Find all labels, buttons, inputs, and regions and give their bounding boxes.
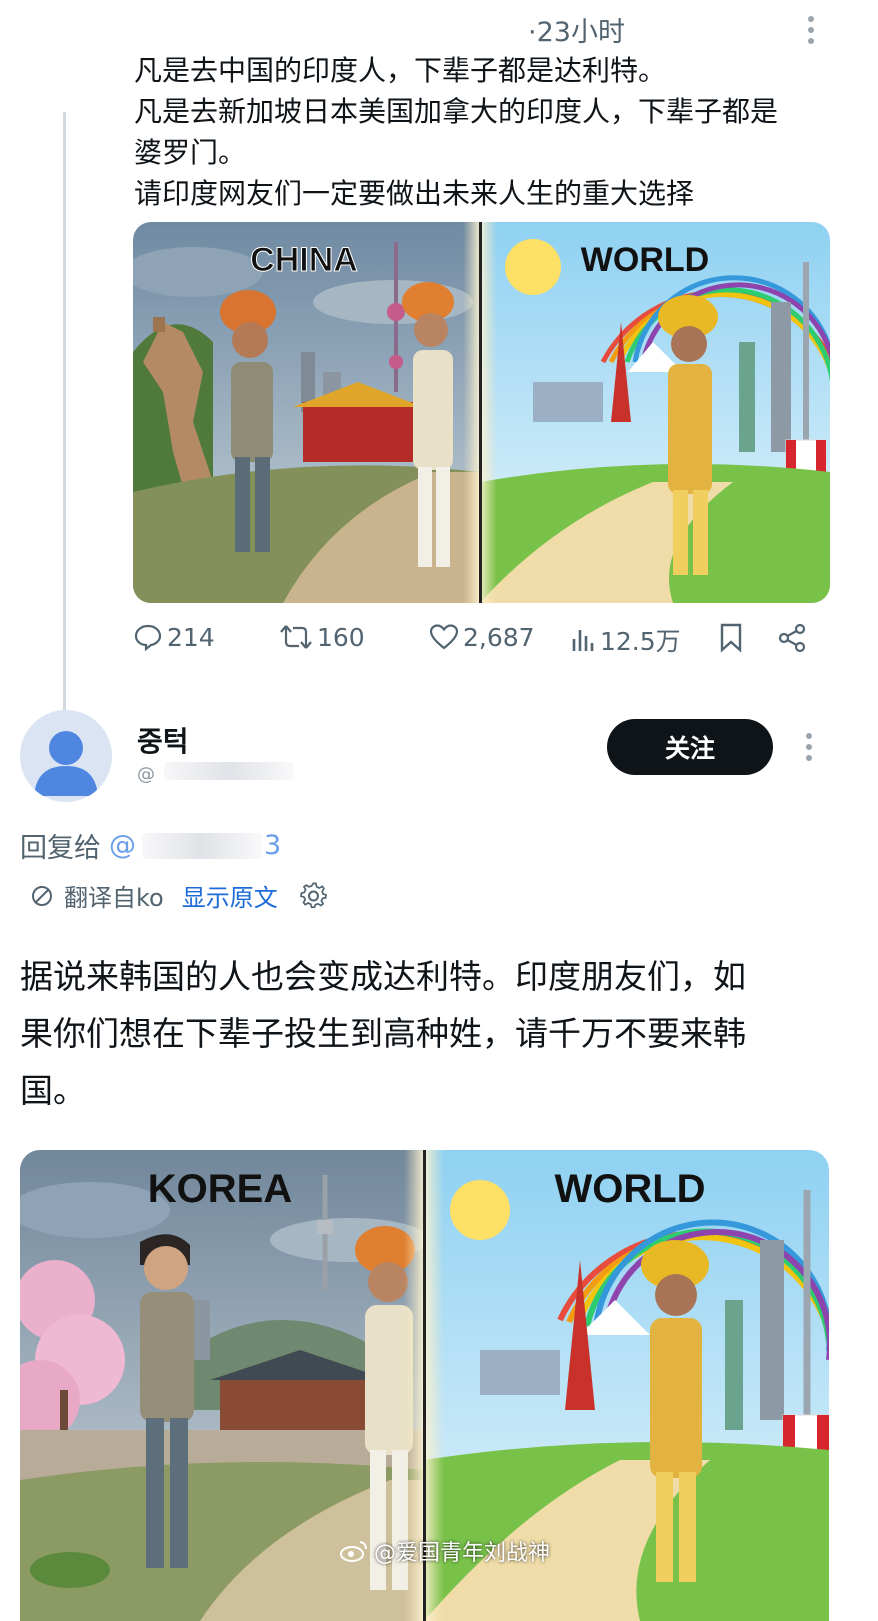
author-handle: @ <box>137 764 155 785</box>
share-icon <box>778 623 806 653</box>
follow-button[interactable]: 关注 <box>607 719 773 775</box>
repost-icon <box>280 625 312 649</box>
post-text: 凡是去中国的印度人，下辈子都是达利特。 凡是去新加坡日本美国加拿大的印度人，下辈… <box>134 50 834 214</box>
views-icon <box>572 630 594 651</box>
author-name[interactable]: 중턱 <box>137 720 189 760</box>
show-original-link[interactable]: 显示原文 <box>182 878 278 913</box>
reply-to-label: 回复给 <box>20 833 101 864</box>
repost-count: 160 <box>317 622 365 652</box>
blurred-handle <box>142 832 262 859</box>
bookmark-action[interactable] <box>717 622 745 654</box>
more-options-icon[interactable] <box>808 16 814 44</box>
post-line: 婆罗门。 <box>134 136 247 169</box>
weibo-logo-icon <box>340 1541 367 1562</box>
default-avatar-icon <box>20 710 112 802</box>
post-line: 请印度网友们一定要做出未来人生的重大选择 <box>134 177 695 210</box>
reply-line: 国。 <box>20 1071 86 1110</box>
translate-icon <box>32 885 52 906</box>
post-line: 凡是去中国的印度人，下辈子都是达利特。 <box>134 54 667 87</box>
author-handle-blurred: @ <box>137 762 307 785</box>
heart-icon <box>429 624 459 650</box>
settings-gear-icon[interactable] <box>298 880 330 912</box>
watermark: @爱国青年刘战神 <box>340 1535 550 1567</box>
image-label-left: KOREA <box>148 1167 292 1211</box>
like-count: 2,687 <box>463 622 535 652</box>
post-action-bar: 214 160 2,687 12.5万 <box>133 622 823 668</box>
reply-text: 据说来韩国的人也会变成达利特。印度朋友们，如 果你们想在下辈子投生到高种姓，请千… <box>20 948 860 1119</box>
reply-to-line: 回复给 @ 3 <box>20 826 281 865</box>
views-count: 12.5万 <box>600 627 681 656</box>
views-action[interactable]: 12.5万 <box>570 622 681 658</box>
post-line: 凡是去新加坡日本美国加拿大的印度人，下辈子都是 <box>134 95 779 128</box>
image-label-right: WORLD <box>581 241 709 279</box>
reply-to-handle[interactable]: @ 3 <box>109 830 281 861</box>
translation-row: 翻译自ko 显示原文 <box>30 878 330 913</box>
reply-action[interactable]: 214 <box>133 622 215 652</box>
thread-line <box>63 112 66 712</box>
reply-icon <box>134 624 162 652</box>
like-action[interactable]: 2,687 <box>429 622 535 652</box>
share-action[interactable] <box>776 622 808 654</box>
reply-count: 214 <box>167 622 215 652</box>
avatar[interactable] <box>20 710 112 802</box>
repost-action[interactable]: 160 <box>279 622 365 652</box>
watermark-text: @爱国青年刘战神 <box>374 1541 551 1566</box>
post-time: ·23小时 <box>528 17 625 48</box>
bookmark-icon <box>720 623 742 653</box>
image-label-right: WORLD <box>554 1167 705 1211</box>
reply-line: 据说来韩国的人也会变成达利特。印度朋友们，如 <box>20 957 746 996</box>
translated-from-label: 翻译自ko <box>64 884 164 912</box>
more-options-icon[interactable] <box>806 733 812 761</box>
reply-line: 果你们想在下辈子投生到高种姓，请千万不要来韩 <box>20 1014 746 1053</box>
image-label-left: CHINA <box>250 241 358 279</box>
post-image[interactable]: CHINA WORLD <box>133 222 830 603</box>
